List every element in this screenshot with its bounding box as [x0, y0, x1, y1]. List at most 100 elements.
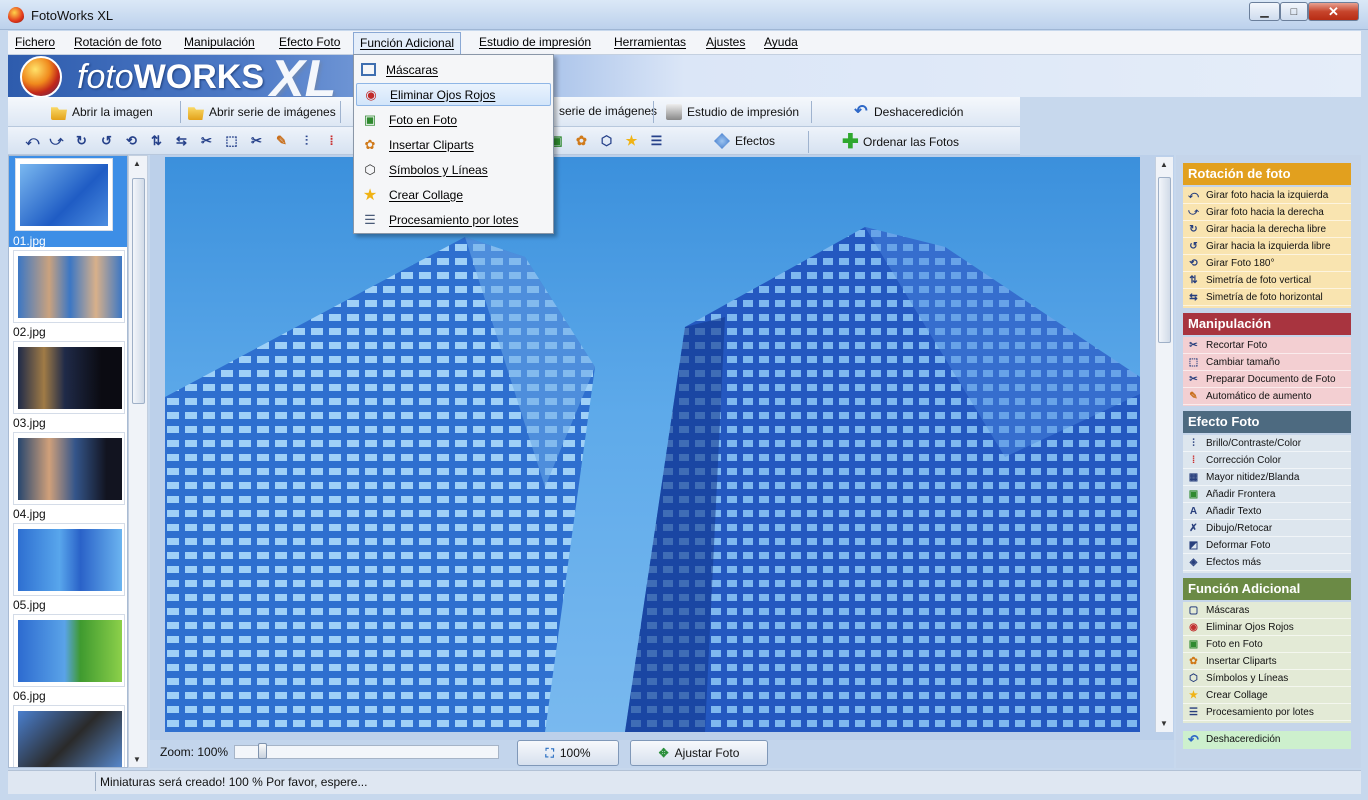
flip-horizontal-icon[interactable]: ⇆ [173, 132, 190, 149]
task-crop[interactable]: ✂ Recortar Foto [1183, 337, 1351, 354]
scroll-down-arrow-icon[interactable]: ▼ [133, 755, 141, 764]
task-brightness[interactable]: ⫶ Brillo/Contraste/Color [1183, 435, 1351, 452]
clipart-tool-icon[interactable]: ✿ [573, 132, 590, 149]
task-rotate-right[interactable]: ⤻ Girar foto hacia la derecha [1183, 204, 1351, 221]
dropdown-item-foto-en-foto[interactable]: ▣ Foto en Foto [356, 108, 551, 131]
task-color-correction[interactable]: ⁞ Corrección Color [1183, 452, 1351, 469]
dropdown-item-label: Eliminar Ojos Rojos [390, 87, 496, 102]
menu-ayuda[interactable]: Ayuda [764, 35, 798, 49]
task-flip-vertical[interactable]: ⇅ Simetría de foto vertical [1183, 272, 1351, 289]
brightness-contrast-icon[interactable]: ⫶ [298, 132, 315, 149]
task-auto-enhance[interactable]: ✎ Automático de aumento [1183, 388, 1351, 405]
zoom-slider-track[interactable] [234, 745, 499, 759]
panel-undo[interactable]: ↶ Deshaceredición [1183, 731, 1351, 749]
task-collage[interactable]: ★ Crear Collage [1183, 687, 1351, 704]
thumbnail-04[interactable] [13, 432, 125, 505]
menu-efecto-foto[interactable]: Efecto Foto [279, 35, 340, 49]
task-rotate-left[interactable]: ⤺ Girar foto hacia la izquierda [1183, 187, 1351, 204]
open-series-button[interactable]: Abrir serie de imágenes [188, 104, 336, 120]
viewer-scrollbar[interactable]: ▲ ▼ [1155, 157, 1173, 732]
scroll-up-arrow-icon[interactable]: ▲ [1160, 160, 1168, 169]
task-rotate-free-left[interactable]: ↺ Girar hacia la izquierda libre [1183, 238, 1351, 255]
fit-frame-icon: ⛶ [545, 745, 554, 760]
thumbnail-03[interactable] [13, 341, 125, 414]
dropdown-item-simbolos[interactable]: ⬡ Símbolos y Líneas [356, 158, 551, 181]
section-manipulation-header[interactable]: Manipulación [1183, 313, 1351, 335]
main-photo[interactable] [165, 157, 1140, 732]
dropdown-item-lotes[interactable]: ☰ Procesamiento por lotes [356, 208, 551, 231]
menu-rotacion[interactable]: Rotación de foto [74, 35, 161, 49]
task-symbols-lines[interactable]: ⬡ Símbolos y Líneas [1183, 670, 1351, 687]
document-photo-icon[interactable]: ✂ [248, 132, 265, 149]
save-series-button[interactable]: serie de imágenes [559, 104, 657, 118]
thumbnail-06[interactable] [13, 614, 125, 687]
close-button[interactable]: ✕ [1308, 2, 1359, 21]
thumbnail-02[interactable] [13, 250, 125, 323]
thumbnail-01[interactable] [15, 158, 113, 231]
batch-tool-icon[interactable]: ☰ [648, 132, 665, 149]
scrollbar-thumb[interactable] [1158, 177, 1171, 343]
task-more-effects[interactable]: ◈ Efectos más [1183, 554, 1351, 571]
task-deform[interactable]: ◩ Deformar Foto [1183, 537, 1351, 554]
fit-photo-button[interactable]: ✥ Ajustar Foto [630, 740, 768, 766]
menu-funcion-adicional[interactable]: Función Adicional [353, 32, 462, 54]
rotate-180-icon[interactable]: ⟲ [123, 132, 140, 149]
task-flip-horizontal[interactable]: ⇆ Simetría de foto horizontal [1183, 289, 1351, 306]
open-image-button[interactable]: Abrir la imagen [51, 104, 153, 120]
shapes-tool-icon[interactable]: ⬡ [598, 132, 615, 149]
task-add-text[interactable]: A Añadir Texto [1183, 503, 1351, 520]
section-effect-body: ⫶ Brillo/Contraste/Color ⁞ Corrección Colo… [1183, 435, 1351, 573]
flip-vertical-icon[interactable]: ⇅ [148, 132, 165, 149]
task-resize[interactable]: ⬚ Cambiar tamaño [1183, 354, 1351, 371]
task-rotate-180[interactable]: ⟲ Girar Foto 180° [1183, 255, 1351, 272]
scroll-up-arrow-icon[interactable]: ▲ [133, 159, 141, 168]
menu-manipulacion[interactable]: Manipulación [184, 35, 255, 49]
scroll-down-arrow-icon[interactable]: ▼ [1160, 719, 1168, 728]
menu-ajustes[interactable]: Ajustes [706, 35, 745, 49]
rotate-free-left-icon[interactable]: ↺ [98, 132, 115, 149]
task-undo[interactable]: ↶ Deshaceredición [1183, 731, 1351, 748]
section-effect-header[interactable]: Efecto Foto [1183, 411, 1351, 433]
thumbnail-scrollbar[interactable]: ▲ ▼ [128, 155, 148, 768]
dropdown-item-collage[interactable]: ★ Crear Collage [356, 183, 551, 206]
minimize-button[interactable]: ▁ [1249, 2, 1280, 21]
rotate-left-icon[interactable]: ⤺ [24, 132, 41, 149]
task-draw[interactable]: ✗ Dibujo/Retocar [1183, 520, 1351, 537]
dropdown-item-ojos-rojos[interactable]: ◉ Eliminar Ojos Rojos [356, 83, 551, 106]
task-rotate-free-right[interactable]: ↻ Girar hacia la derecha libre [1183, 221, 1351, 238]
dropdown-item-cliparts[interactable]: ✿ Insertar Cliparts [356, 133, 551, 156]
rotate-free-left-icon: ↺ [1189, 240, 1198, 252]
thumbnail-07[interactable] [13, 705, 125, 767]
rotate-right-icon[interactable]: ⤻ [48, 132, 65, 149]
sort-photos-button[interactable]: ✚ Ordenar las Fotos [842, 132, 959, 152]
task-red-eye[interactable]: ◉ Eliminar Ojos Rojos [1183, 619, 1351, 636]
task-sharpen[interactable]: ▦ Mayor nitidez/Blanda [1183, 469, 1351, 486]
task-photo-in-photo[interactable]: ▣ Foto en Foto [1183, 636, 1351, 653]
auto-enhance-icon[interactable]: ✎ [273, 132, 290, 149]
rotate-free-right-icon[interactable]: ↻ [73, 132, 90, 149]
menu-fichero[interactable]: Fichero [15, 35, 55, 49]
task-masks[interactable]: ▢ Máscaras [1183, 602, 1351, 619]
zoom-100-button[interactable]: ⛶ 100% [517, 740, 619, 766]
scrollbar-thumb[interactable] [132, 178, 145, 404]
section-additional-header[interactable]: Función Adicional [1183, 578, 1351, 600]
task-cliparts[interactable]: ✿ Insertar Cliparts [1183, 653, 1351, 670]
menu-herramientas[interactable]: Herramientas [614, 35, 686, 49]
zoom-slider-handle[interactable] [258, 743, 267, 759]
maximize-button[interactable]: □ [1280, 2, 1308, 21]
menu-estudio-impresion[interactable]: Estudio de impresión [479, 35, 591, 49]
task-prepare-document[interactable]: ✂ Preparar Documento de Foto [1183, 371, 1351, 388]
resize-icon[interactable]: ⬚ [223, 132, 240, 149]
print-studio-button[interactable]: Estudio de impresión [666, 104, 799, 120]
dropdown-item-mascaras[interactable]: Máscaras [356, 58, 551, 81]
undo-button[interactable]: ↶ Deshaceredición [853, 104, 963, 120]
color-correction-icon[interactable]: ⁞ [323, 132, 340, 149]
section-rotation-header[interactable]: Rotación de foto [1183, 163, 1351, 185]
crop-scissors-icon[interactable]: ✂ [198, 132, 215, 149]
task-add-border[interactable]: ▣ Añadir Frontera [1183, 486, 1351, 503]
collage-star-icon[interactable]: ★ [623, 132, 640, 149]
task-batch[interactable]: ☰ Procesamiento por lotes [1183, 704, 1351, 721]
thumbnail-panel[interactable]: 01.jpg 02.jpg 03.jpg 04.jpg 05.jpg 06.jp… [8, 155, 128, 768]
effects-button[interactable]: Efectos [714, 133, 775, 149]
thumbnail-05[interactable] [13, 523, 125, 596]
